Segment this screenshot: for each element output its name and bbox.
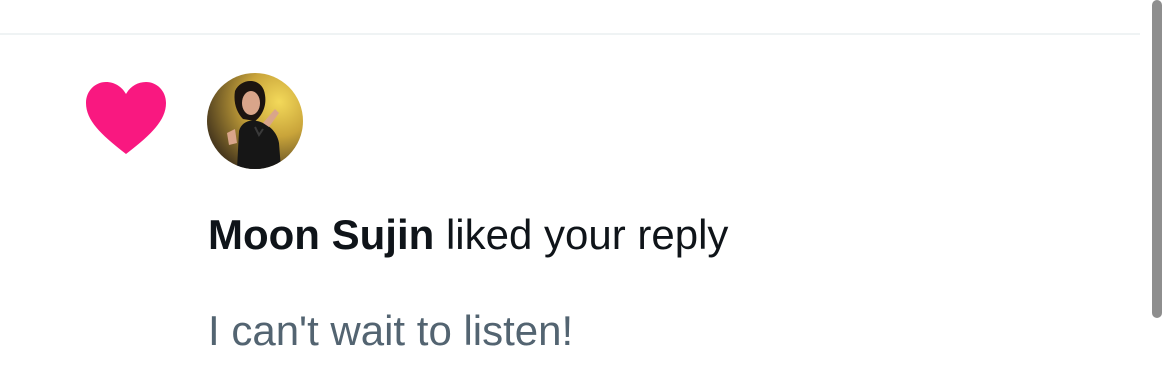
reply-preview-text[interactable]: I can't wait to listen! <box>208 303 573 359</box>
scrollbar[interactable] <box>1152 0 1162 318</box>
action-text: liked your reply <box>445 211 729 258</box>
notification-headline: Moon Sujin liked your reply <box>208 207 728 263</box>
avatar[interactable] <box>207 73 303 169</box>
heart-icon <box>86 82 166 156</box>
user-name[interactable]: Moon Sujin <box>208 211 434 258</box>
